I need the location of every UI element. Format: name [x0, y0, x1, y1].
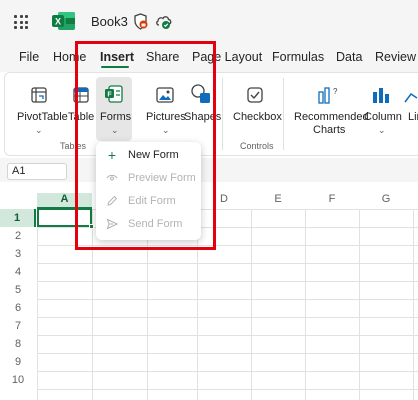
autosave-cloud-icon[interactable]	[155, 13, 173, 30]
row-header-8[interactable]: 8	[0, 335, 36, 353]
row-header-3[interactable]: 3	[0, 245, 36, 263]
checkbox-button[interactable]: Checkbox	[233, 111, 282, 123]
workbook-title[interactable]: Book3	[91, 14, 128, 29]
row-header-5[interactable]: 5	[0, 281, 36, 299]
row-header-7[interactable]: 7	[0, 317, 36, 335]
row-header-2[interactable]: 2	[0, 227, 36, 245]
grid-hline	[37, 389, 418, 390]
column-header-g[interactable]: G	[359, 193, 413, 209]
tab-formulas[interactable]: Formulas	[272, 50, 324, 64]
grid-hline	[37, 371, 418, 372]
column-header-e[interactable]: E	[251, 193, 305, 209]
column-chart-button[interactable]: Column	[364, 111, 402, 123]
ribbon-separator	[283, 78, 284, 150]
row-header-6[interactable]: 6	[0, 299, 36, 317]
column-header-f[interactable]: F	[305, 193, 359, 209]
name-box[interactable]: A1	[7, 163, 67, 180]
app-launcher-icon[interactable]	[14, 15, 28, 29]
excel-logo-letter: X	[55, 17, 61, 27]
group-label-controls: Controls	[240, 141, 274, 151]
pivottable-chevron-down-icon[interactable]: ⌄	[35, 125, 43, 136]
excel-logo-icon: X	[52, 12, 75, 30]
grid-hline	[37, 263, 418, 264]
select-all-corner[interactable]	[0, 192, 38, 208]
grid-hline	[37, 281, 418, 282]
highlight-annotation	[75, 41, 216, 250]
row-header-9[interactable]: 9	[0, 353, 36, 371]
grid-hline	[37, 335, 418, 336]
row-header-4[interactable]: 4	[0, 263, 36, 281]
sensitivity-shield-icon[interactable]	[133, 13, 148, 30]
line-chart-button[interactable]: Lin	[408, 111, 418, 123]
pivottable-button[interactable]: PivotTable	[17, 111, 68, 123]
row-header-10[interactable]: 10	[0, 371, 36, 389]
tab-review[interactable]: Review	[375, 50, 416, 64]
pivottable-icon	[31, 87, 47, 103]
column-chart-icon	[373, 88, 389, 103]
tab-data[interactable]: Data	[336, 50, 362, 64]
ribbon-separator	[222, 78, 223, 150]
recommended-charts-button[interactable]: Recommended	[294, 111, 369, 123]
tab-file[interactable]: File	[19, 50, 39, 64]
grid-hline	[37, 299, 418, 300]
row-header-1[interactable]: 1	[0, 209, 36, 227]
checkbox-icon	[247, 87, 263, 103]
recommended-charts-label-line2: Charts	[313, 124, 346, 136]
svg-text:?: ?	[333, 87, 338, 96]
column-chevron-down-icon[interactable]: ⌄	[378, 125, 386, 136]
line-chart-icon	[404, 92, 418, 103]
grid-hline	[37, 317, 418, 318]
recommended-charts-icon: ?	[318, 87, 338, 104]
grid-hline	[37, 353, 418, 354]
